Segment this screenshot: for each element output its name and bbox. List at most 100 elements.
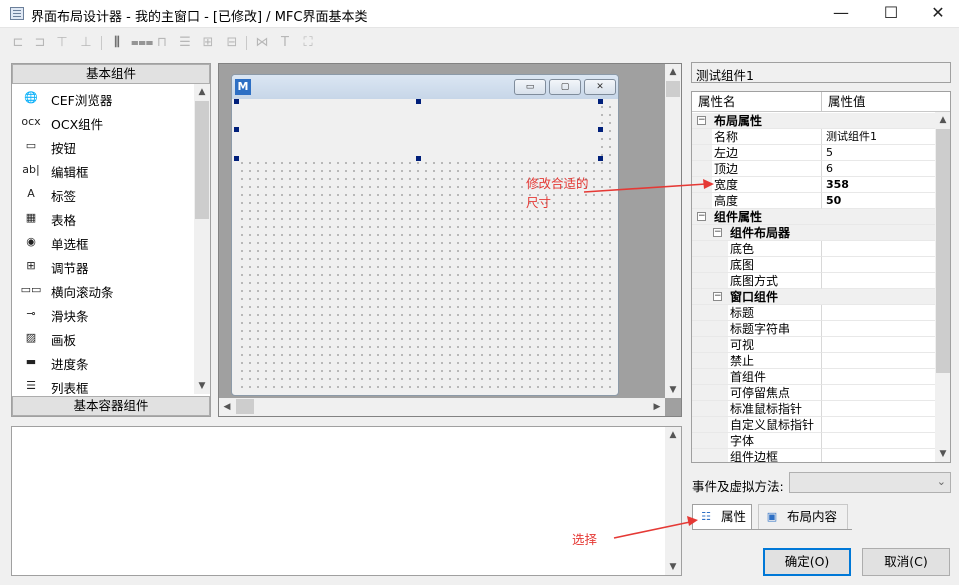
- property-row[interactable]: 底色: [692, 241, 935, 257]
- scroll-down-icon[interactable]: ▼: [665, 382, 681, 398]
- component-list-scrollbar[interactable]: ▲ ▼: [194, 84, 210, 394]
- component-item[interactable]: ◉ 单选框: [18, 230, 194, 254]
- collapse-icon[interactable]: −: [697, 116, 706, 125]
- basic-components-header[interactable]: 基本组件: [12, 64, 210, 84]
- align-bottom-icon[interactable]: ⊥: [77, 34, 95, 52]
- property-value-cell[interactable]: [822, 385, 935, 401]
- property-row[interactable]: 自定义鼠标指针: [692, 417, 935, 433]
- tab-layout-content[interactable]: ▣ 布局内容: [758, 504, 848, 529]
- cancel-button[interactable]: 取消(C): [862, 548, 950, 576]
- collapse-icon[interactable]: −: [713, 228, 722, 237]
- component-name-field[interactable]: 测试组件1: [691, 62, 951, 83]
- same-size-icon[interactable]: ⊞: [199, 34, 217, 52]
- text-icon[interactable]: T: [276, 34, 294, 52]
- component-item[interactable]: ▦ 表格: [18, 206, 194, 230]
- property-row[interactable]: 顶边 6: [692, 161, 935, 177]
- scroll-up-icon[interactable]: ▲: [665, 427, 681, 443]
- property-row[interactable]: 左边 5: [692, 145, 935, 161]
- property-value-cell[interactable]: [822, 369, 935, 385]
- property-value-cell[interactable]: 50: [822, 193, 935, 209]
- property-row[interactable]: 组件边框: [692, 449, 935, 462]
- property-value-cell[interactable]: [822, 433, 935, 449]
- property-row[interactable]: 标题字符串: [692, 321, 935, 337]
- scroll-down-icon[interactable]: ▼: [194, 378, 210, 394]
- property-row[interactable]: 标准鼠标指针: [692, 401, 935, 417]
- align-left-icon[interactable]: ⊏: [9, 34, 27, 52]
- minimize-button[interactable]: —: [818, 0, 864, 28]
- property-value-cell[interactable]: 测试组件1: [822, 129, 935, 145]
- property-value-cell[interactable]: [822, 257, 935, 273]
- ok-button[interactable]: 确定(O): [763, 548, 851, 576]
- close-button[interactable]: ✕: [915, 0, 959, 28]
- scroll-up-icon[interactable]: ▲: [194, 84, 210, 100]
- component-item[interactable]: ⊸ 滑块条: [18, 302, 194, 326]
- space-horizontal-icon[interactable]: ⊟: [223, 34, 241, 52]
- property-category-row[interactable]: − 布局属性: [692, 113, 935, 129]
- component-item[interactable]: 🌐 CEF浏览器: [18, 86, 194, 110]
- property-row[interactable]: 字体: [692, 433, 935, 449]
- scroll-down-icon[interactable]: ▼: [665, 559, 681, 575]
- property-value-cell[interactable]: 358: [822, 177, 935, 193]
- design-vertical-scrollbar[interactable]: ▲ ▼: [665, 64, 681, 398]
- property-value-cell[interactable]: 6: [822, 161, 935, 177]
- designed-window[interactable]: M ▭ ▢ ✕: [231, 74, 619, 396]
- scroll-left-icon[interactable]: ◀: [219, 399, 235, 415]
- collapse-icon[interactable]: −: [713, 292, 722, 301]
- property-value-cell[interactable]: [822, 305, 935, 321]
- scrollbar-thumb[interactable]: [236, 399, 254, 414]
- scrollbar-thumb[interactable]: [666, 81, 680, 97]
- container-components-header[interactable]: 基本容器组件: [12, 396, 210, 416]
- collapse-icon[interactable]: −: [697, 212, 706, 221]
- resize-handle[interactable]: [416, 99, 421, 104]
- property-value-header[interactable]: 属性值: [822, 92, 950, 112]
- property-row[interactable]: 高度 50: [692, 193, 935, 209]
- property-row[interactable]: 禁止: [692, 353, 935, 369]
- component-item[interactable]: ☰ 列表框: [18, 374, 194, 394]
- component-item[interactable]: ▨ 画板: [18, 326, 194, 350]
- component-item[interactable]: A 标签: [18, 182, 194, 206]
- component-item[interactable]: ab| 编辑框: [18, 158, 194, 182]
- scroll-up-icon[interactable]: ▲: [665, 64, 681, 80]
- same-width-icon[interactable]: ⊓: [153, 34, 171, 52]
- property-category-row[interactable]: − 窗口组件: [692, 289, 935, 305]
- component-item[interactable]: ▭ 按钮: [18, 134, 194, 158]
- align-right-icon[interactable]: ⊐: [31, 34, 49, 52]
- component-item[interactable]: ▭▭ 横向滚动条: [18, 278, 194, 302]
- maximize-button[interactable]: ☐: [868, 0, 914, 28]
- scrollbar-thumb[interactable]: [936, 129, 950, 373]
- property-row[interactable]: 底图: [692, 257, 935, 273]
- scrollbar-thumb[interactable]: [195, 101, 209, 219]
- property-row[interactable]: 名称 测试组件1: [692, 129, 935, 145]
- property-value-cell[interactable]: [822, 273, 935, 289]
- tab-properties[interactable]: ☷ 属性: [692, 504, 752, 529]
- resize-handle[interactable]: [234, 156, 239, 161]
- property-row[interactable]: 标题: [692, 305, 935, 321]
- resize-handle[interactable]: [234, 99, 239, 104]
- align-top-icon[interactable]: ⊤: [53, 34, 71, 52]
- events-dropdown[interactable]: ⌄: [789, 472, 951, 493]
- property-value-cell[interactable]: [822, 241, 935, 257]
- property-row[interactable]: 可停留焦点: [692, 385, 935, 401]
- resize-handle[interactable]: [416, 156, 421, 161]
- component-item[interactable]: ocx OCX组件: [18, 110, 194, 134]
- fullscreen-icon[interactable]: ⛶: [299, 34, 317, 52]
- property-value-cell[interactable]: [822, 353, 935, 369]
- property-category-row[interactable]: − 组件布局器: [692, 225, 935, 241]
- property-row[interactable]: 底图方式: [692, 273, 935, 289]
- property-value-cell[interactable]: [822, 337, 935, 353]
- center-horizontal-icon[interactable]: ⫼: [108, 34, 126, 52]
- property-row[interactable]: 宽度 358: [692, 177, 935, 193]
- property-category-row[interactable]: − 组件属性: [692, 209, 935, 225]
- component-item[interactable]: ⊞ 调节器: [18, 254, 194, 278]
- property-row[interactable]: 可视: [692, 337, 935, 353]
- scroll-down-icon[interactable]: ▼: [935, 446, 950, 462]
- output-panel[interactable]: ▲ ▼: [11, 426, 682, 576]
- tab-order-icon[interactable]: ⋈: [253, 34, 271, 52]
- resize-handle[interactable]: [598, 99, 603, 104]
- center-vertical-icon[interactable]: ⩶: [131, 34, 153, 52]
- resize-handle[interactable]: [598, 156, 603, 161]
- property-value-cell[interactable]: [822, 449, 935, 462]
- property-value-cell[interactable]: [822, 401, 935, 417]
- scroll-right-icon[interactable]: ▶: [649, 399, 665, 415]
- scroll-up-icon[interactable]: ▲: [935, 112, 950, 128]
